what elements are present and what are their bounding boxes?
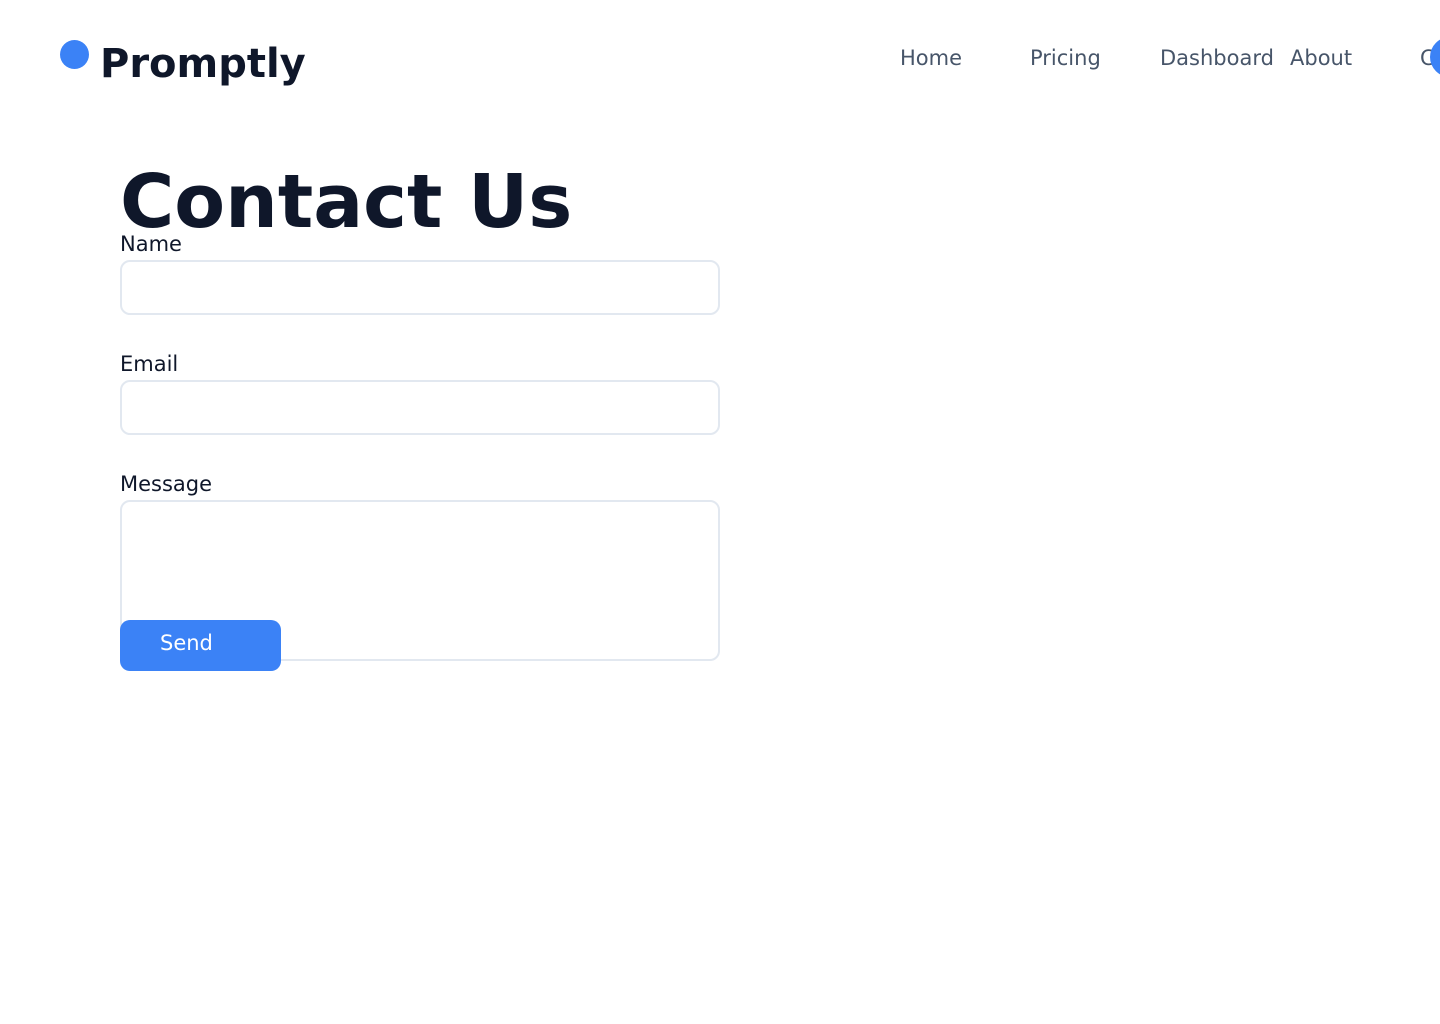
contact-page: Promptly Home Pricing Dashboard About C … (0, 0, 1440, 1024)
email-input[interactable] (120, 380, 720, 435)
page-title: Contact Us (120, 159, 573, 245)
email-label: Email (120, 352, 179, 376)
nav-action-button[interactable] (1430, 37, 1440, 77)
nav-link-about[interactable]: About (1290, 45, 1352, 71)
nav-link-pricing[interactable]: Pricing (1030, 45, 1101, 71)
nav-link-dashboard[interactable]: Dashboard (1160, 45, 1274, 71)
brand-name: Promptly (100, 41, 306, 87)
send-button[interactable]: Send (120, 620, 281, 671)
name-label: Name (120, 232, 182, 256)
nav-link-home[interactable]: Home (900, 45, 962, 71)
logo-icon (60, 40, 89, 69)
message-label: Message (120, 472, 213, 496)
name-input[interactable] (120, 260, 720, 315)
